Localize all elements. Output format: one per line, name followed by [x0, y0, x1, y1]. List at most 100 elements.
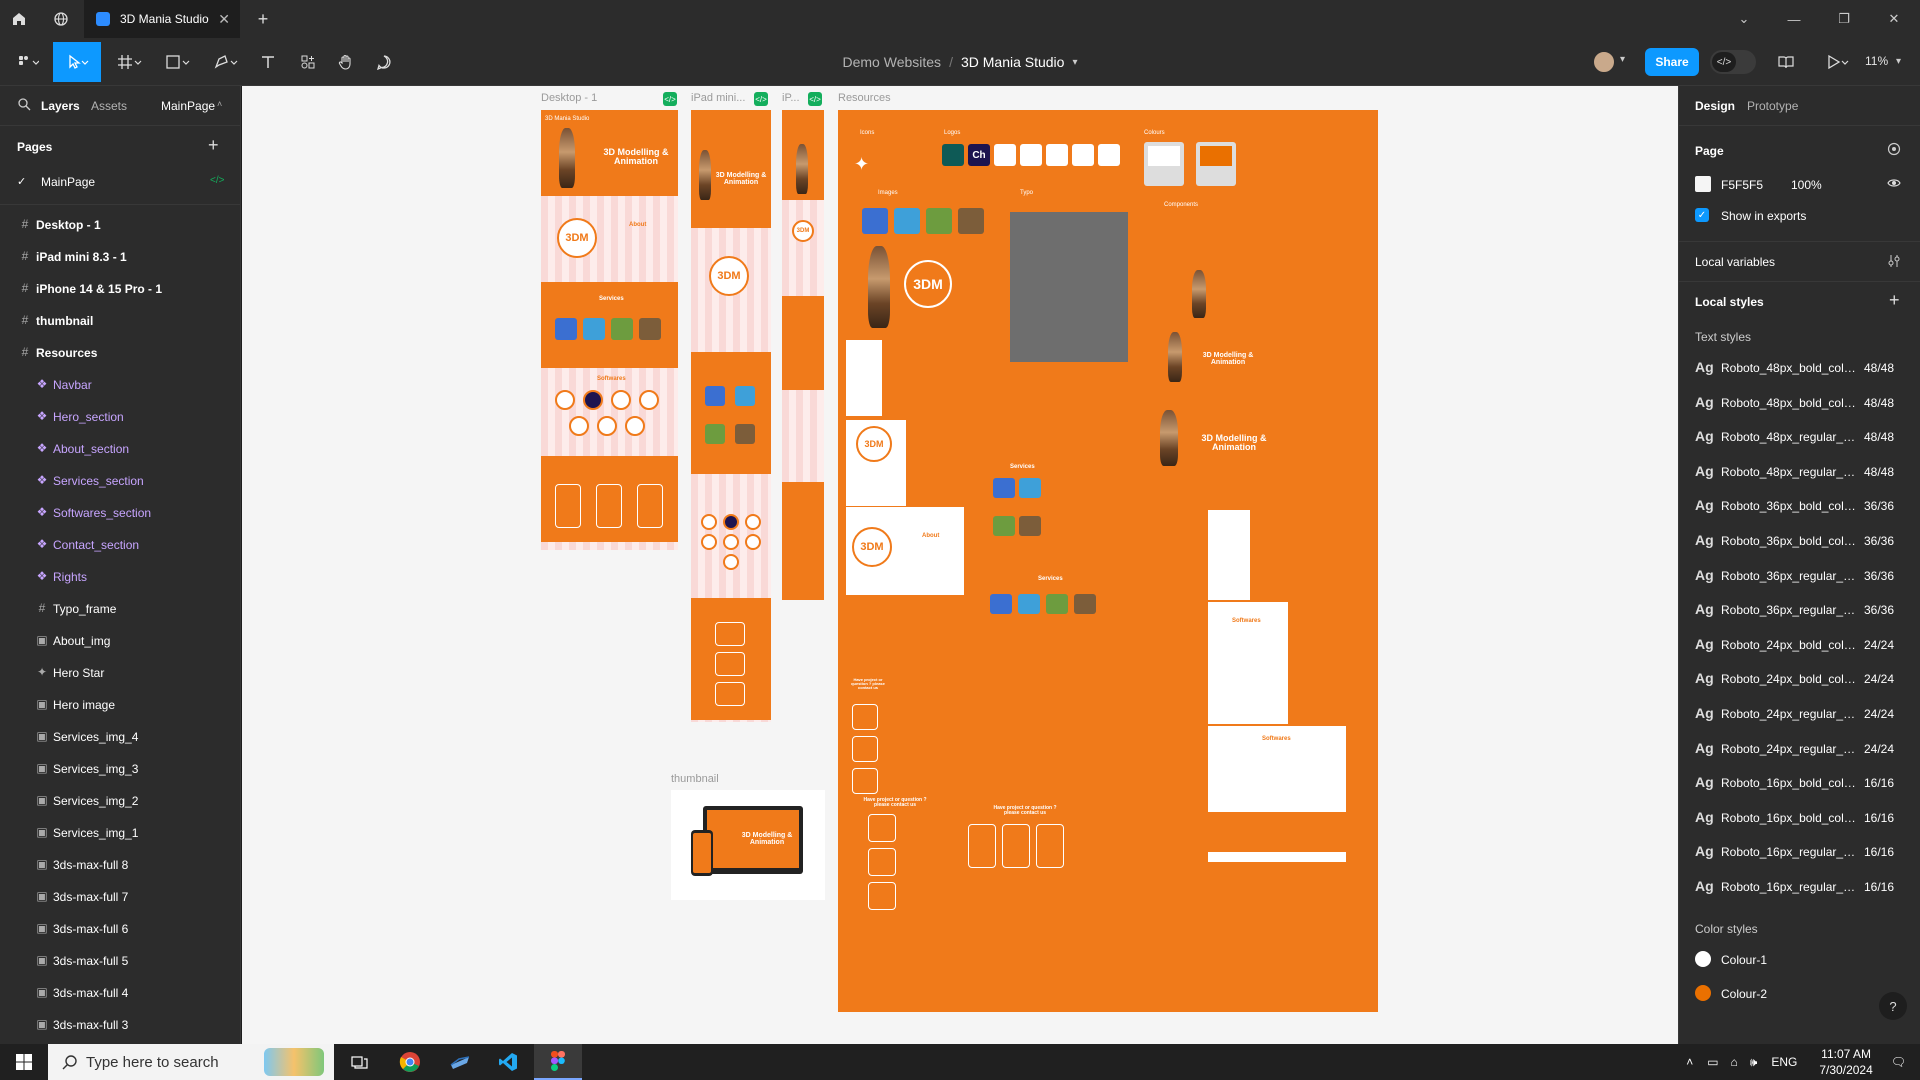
sliders-icon[interactable]	[1887, 254, 1901, 271]
search-icon[interactable]	[18, 98, 31, 114]
share-button[interactable]: Share	[1645, 48, 1699, 76]
text-style-item[interactable]: Ag Roboto_36px_regular_co... 36/36	[1679, 558, 1920, 593]
text-style-item[interactable]: Ag Roboto_16px_regular_col... 16/16	[1679, 834, 1920, 869]
layer-item[interactable]: ▣ Services_img_3	[0, 753, 240, 785]
layer-item[interactable]: # Typo_frame	[0, 593, 240, 625]
layer-item[interactable]: ▣ 3ds-max-full 4	[0, 977, 240, 1009]
ipad-frame[interactable]: 3D Modelling & Animation 3DM	[691, 110, 771, 722]
text-style-item[interactable]: Ag Roboto_48px_bold_colour1 48/48	[1679, 350, 1920, 385]
text-style-item[interactable]: Ag Roboto_24px_bold_colour1 24/24	[1679, 627, 1920, 662]
desktop-frame[interactable]: 3D Modelling & Animation 3D Mania Studio…	[541, 110, 678, 550]
layer-item[interactable]: # thumbnail	[0, 305, 240, 337]
text-style-item[interactable]: Ag Roboto_24px_regular_col... 24/24	[1679, 731, 1920, 766]
restore-icon[interactable]: ❐	[1822, 0, 1866, 38]
iphone-frame[interactable]: 3DM	[782, 110, 824, 600]
home-icon[interactable]	[0, 0, 38, 38]
styles-icon[interactable]	[1887, 142, 1901, 159]
chevron-down-icon[interactable]: ▾	[1072, 57, 1077, 68]
text-style-item[interactable]: Ag Roboto_16px_bold_colour2 16/16	[1679, 800, 1920, 835]
layer-item[interactable]: ❖ Navbar	[0, 369, 240, 401]
chevron-down-icon[interactable]: ⌄	[1722, 0, 1766, 38]
text-style-item[interactable]: Ag Roboto_48px_regular_col... 48/48	[1679, 419, 1920, 454]
frame-label-ipad[interactable]: iPad mini...	[691, 92, 745, 104]
page-selector[interactable]: MainPage	[161, 99, 215, 113]
move-tool-button[interactable]	[53, 42, 101, 82]
show-in-exports-checkbox[interactable]: ✓	[1695, 208, 1709, 222]
layer-item[interactable]: ▣ Services_img_2	[0, 785, 240, 817]
text-style-item[interactable]: Ag Roboto_36px_regular_co... 36/36	[1679, 592, 1920, 627]
layer-item[interactable]: ✦ Hero Star	[0, 657, 240, 689]
layer-item[interactable]: ❖ Contact_section	[0, 529, 240, 561]
resources-frame[interactable]: Icons ✦ Logos Ch Colours Images 3DM Typo…	[838, 110, 1378, 1012]
minimize-icon[interactable]: —	[1772, 0, 1816, 38]
frame-label-thumbnail[interactable]: thumbnail	[671, 773, 719, 785]
new-tab-icon[interactable]: +	[244, 0, 282, 38]
task-view-icon[interactable]	[336, 1044, 384, 1080]
color-style-item[interactable]: Colour-1	[1679, 942, 1920, 976]
page-color-swatch[interactable]	[1695, 176, 1711, 192]
layer-item[interactable]: ▣ Hero image	[0, 689, 240, 721]
comment-tool-icon[interactable]	[368, 42, 400, 82]
taskbar-search-box[interactable]: Type here to search	[48, 1044, 334, 1080]
layer-item[interactable]: ❖ Softwares_section	[0, 497, 240, 529]
dev-badge-icon[interactable]: </>	[754, 92, 768, 106]
add-page-icon[interactable]: +	[208, 135, 219, 156]
notification-icon[interactable]: 🗨	[1891, 1055, 1906, 1069]
zoom-level[interactable]: 11%	[1865, 54, 1888, 68]
figma-taskbar-icon[interactable]	[534, 1044, 582, 1080]
project-name[interactable]: Demo Websites	[843, 54, 942, 70]
thumbnail-frame[interactable]: 3D Modelling & Animation	[671, 790, 825, 900]
resources-tool-icon[interactable]	[292, 42, 324, 82]
text-style-item[interactable]: Ag Roboto_24px_regular_col... 24/24	[1679, 696, 1920, 731]
speaker-icon[interactable]: 🕪	[1750, 1055, 1758, 1070]
frame-label-resources[interactable]: Resources	[838, 92, 891, 104]
page-color-value[interactable]: F5F5F5	[1721, 178, 1763, 192]
layer-item[interactable]: ▣ 3ds-max-full 5	[0, 945, 240, 977]
network-icon[interactable]: ⌂	[1731, 1055, 1738, 1069]
windows-start-icon[interactable]	[0, 1044, 48, 1080]
frame-label-desktop[interactable]: Desktop - 1	[541, 92, 597, 104]
layer-item[interactable]: ▣ 3ds-max-full 3	[0, 1009, 240, 1041]
tab-assets[interactable]: Assets	[91, 99, 127, 113]
vscode-icon[interactable]	[484, 1044, 532, 1080]
text-style-item[interactable]: Ag Roboto_16px_regular_col... 16/16	[1679, 869, 1920, 904]
chevron-up-icon[interactable]: ˄	[1686, 1055, 1693, 1069]
globe-icon[interactable]	[42, 0, 80, 38]
dev-mode-toggle[interactable]: </>	[1710, 50, 1756, 74]
user-avatar[interactable]	[1592, 50, 1616, 74]
layer-item[interactable]: # Resources	[0, 337, 240, 369]
layer-item[interactable]: # iPhone 14 & 15 Pro - 1	[0, 273, 240, 305]
app-icon[interactable]	[436, 1044, 484, 1080]
layer-item[interactable]: ▣ About_img	[0, 625, 240, 657]
help-icon[interactable]: ?	[1879, 992, 1907, 1020]
chevron-down-icon[interactable]: ▾	[1620, 54, 1625, 65]
present-play-icon[interactable]	[1820, 42, 1856, 82]
text-style-item[interactable]: Ag Roboto_16px_bold_colour1 16/16	[1679, 765, 1920, 800]
text-style-item[interactable]: Ag Roboto_36px_bold_colour1 36/36	[1679, 488, 1920, 523]
layer-item[interactable]: ▣ Services_img_1	[0, 817, 240, 849]
library-book-icon[interactable]	[1770, 42, 1802, 82]
text-style-item[interactable]: Ag Roboto_48px_regular_col... 48/48	[1679, 454, 1920, 489]
layer-item[interactable]: # iPad mini 8.3 - 1	[0, 241, 240, 273]
tab-3d-mania-studio[interactable]: 3D Mania Studio ✕	[84, 0, 240, 38]
frame-tool-icon[interactable]	[110, 42, 150, 82]
layer-item[interactable]: ❖ Rights	[0, 561, 240, 593]
tab-prototype[interactable]: Prototype	[1747, 99, 1798, 113]
tab-layers[interactable]: Layers	[41, 99, 80, 113]
layer-item[interactable]: ❖ About_section	[0, 433, 240, 465]
layer-item[interactable]: ▣ 3ds-max-full 8	[0, 849, 240, 881]
file-name[interactable]: 3D Mania Studio	[961, 54, 1065, 70]
layer-item[interactable]: ▣ 3ds-max-full 6	[0, 913, 240, 945]
chevron-down-icon[interactable]: ▾	[1896, 56, 1901, 67]
dev-badge-icon[interactable]: </>	[808, 92, 822, 106]
close-tab-icon[interactable]: ✕	[218, 11, 230, 28]
page-opacity-value[interactable]: 100%	[1791, 178, 1822, 192]
hand-tool-icon[interactable]	[330, 42, 362, 82]
tab-design[interactable]: Design	[1695, 99, 1735, 113]
chevron-up-icon[interactable]: ˄	[217, 99, 222, 109]
text-style-item[interactable]: Ag Roboto_24px_bold_colou... 24/24	[1679, 661, 1920, 696]
monitor-icon[interactable]: ▭	[1707, 1055, 1718, 1069]
layer-item[interactable]: # Desktop - 1	[0, 209, 240, 241]
design-canvas[interactable]: Desktop - 1 </> 3D Modelling & Animation…	[242, 86, 1678, 1044]
close-window-icon[interactable]: ✕	[1872, 0, 1916, 38]
